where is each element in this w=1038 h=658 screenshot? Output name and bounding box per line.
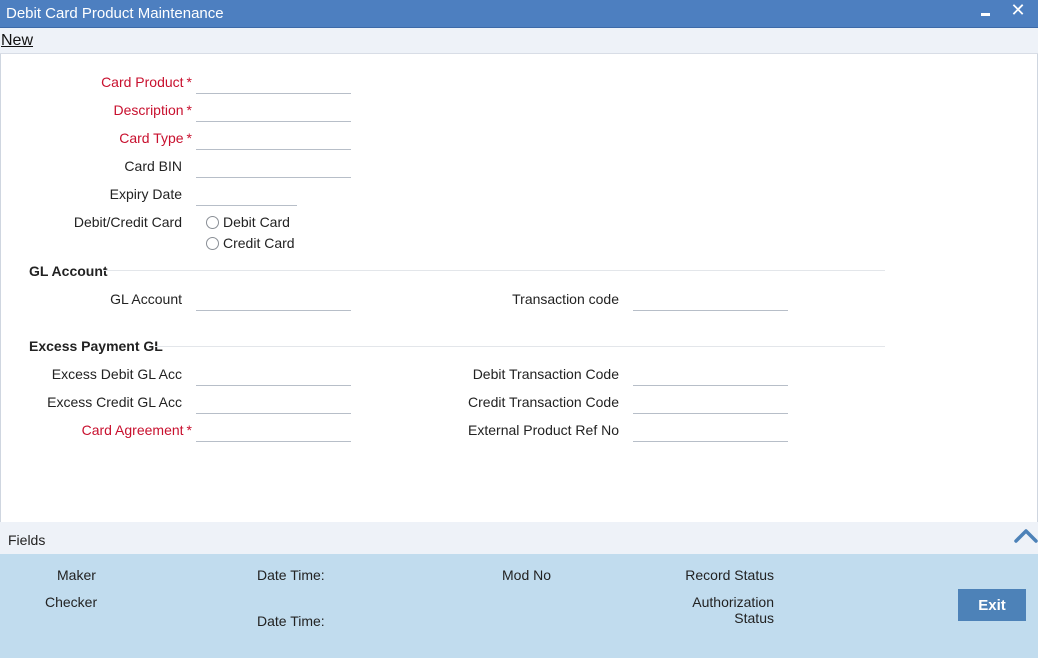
expiry-date-input[interactable]: [196, 184, 297, 206]
authorization-status-label-line1: Authorization: [692, 594, 774, 610]
description-input[interactable]: [196, 100, 351, 122]
card-product-label-text: Card Product: [101, 74, 184, 90]
excess-debit-gl-label: Excess Debit GL Acc: [51, 366, 182, 382]
radio-circle-icon[interactable]: [206, 215, 219, 229]
form-content: Card Product * Description * Card Type * Ca…: [0, 54, 1038, 522]
card-product-input[interactable]: [196, 72, 351, 94]
mod-no-label: Mod No: [502, 567, 552, 583]
checker-date-time-label: Date Time:: [257, 613, 325, 629]
exit-button[interactable]: Exit: [958, 589, 1026, 621]
fields-bar: Fields: [0, 522, 1038, 554]
minimize-icon[interactable]: [978, 3, 994, 21]
gl-account-input[interactable]: [196, 289, 351, 311]
excess-credit-gl-label: Excess Credit GL Acc: [47, 394, 182, 410]
card-bin-label: Card BIN: [124, 158, 182, 174]
card-bin-input[interactable]: [196, 156, 351, 178]
card-type-label: Card Type *: [119, 130, 192, 146]
transaction-code-input[interactable]: [633, 289, 788, 311]
expiry-date-label: Expiry Date: [109, 186, 182, 202]
audit-footer: Maker Checker Date Time: Date Time: Mod …: [0, 554, 1038, 658]
card-agreement-input[interactable]: [196, 420, 351, 442]
credit-transaction-code-label: Credit Transaction Code: [468, 394, 619, 410]
close-icon[interactable]: ✕: [1008, 0, 1028, 22]
gl-account-label: GL Account: [110, 291, 182, 307]
window-titlebar: Debit Card Product Maintenance ✕: [0, 0, 1038, 28]
debit-transaction-code-input[interactable]: [633, 364, 788, 386]
excess-credit-gl-input[interactable]: [196, 392, 351, 414]
radio-circle-icon[interactable]: [206, 236, 219, 250]
debit-card-radio-label: Debit Card: [223, 214, 290, 230]
debit-transaction-code-label: Debit Transaction Code: [472, 366, 619, 382]
card-agreement-label: Card Agreement *: [82, 422, 192, 438]
external-product-ref-label: External Product Ref No: [468, 422, 619, 438]
card-product-label: Card Product *: [101, 74, 192, 90]
credit-card-radio-label: Credit Card: [223, 235, 295, 251]
debit-credit-label: Debit/Credit Card: [73, 214, 182, 230]
excess-payment-section-heading: Excess Payment GL: [29, 338, 163, 354]
credit-card-radio[interactable]: Credit Card: [206, 235, 295, 251]
chevron-up-icon[interactable]: [1014, 526, 1038, 546]
toolbar: New: [0, 28, 1038, 54]
record-status-label: Record Status: [685, 567, 774, 583]
required-marker: *: [186, 130, 192, 146]
authorization-status-label-line2: Status: [734, 610, 774, 626]
transaction-code-label: Transaction code: [512, 291, 619, 307]
description-label: Description *: [114, 102, 192, 118]
new-link[interactable]: New: [1, 32, 33, 50]
card-agreement-label-text: Card Agreement: [81, 422, 184, 438]
required-marker: *: [186, 74, 192, 90]
gl-account-section-heading: GL Account: [29, 263, 108, 279]
description-label-text: Description: [113, 102, 184, 118]
maker-date-time-label: Date Time:: [257, 567, 325, 583]
section-divider: [103, 270, 885, 271]
credit-transaction-code-input[interactable]: [633, 392, 788, 414]
required-marker: *: [186, 102, 192, 118]
required-marker: *: [186, 422, 192, 438]
section-divider: [155, 346, 885, 347]
card-type-input[interactable]: [196, 128, 351, 150]
card-type-label-text: Card Type: [119, 130, 184, 146]
debit-card-radio[interactable]: Debit Card: [206, 214, 290, 230]
maker-label: Maker: [57, 567, 96, 583]
external-product-ref-input[interactable]: [633, 420, 788, 442]
window-title: Debit Card Product Maintenance: [6, 5, 224, 22]
excess-debit-gl-input[interactable]: [196, 364, 351, 386]
checker-label: Checker: [45, 594, 98, 610]
fields-label[interactable]: Fields: [8, 532, 45, 548]
